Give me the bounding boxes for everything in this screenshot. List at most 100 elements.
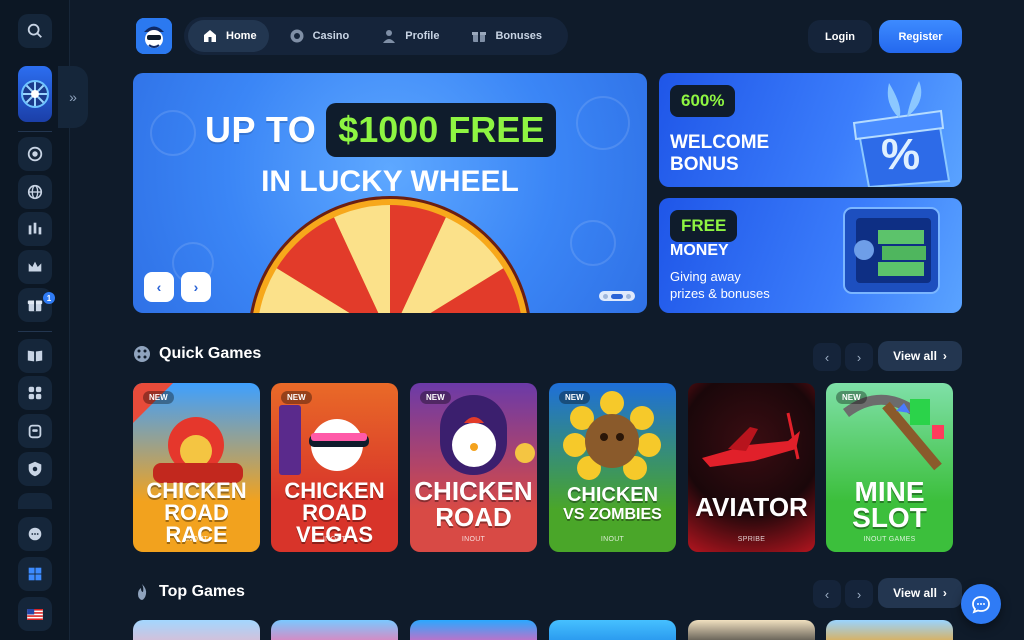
carousel-dots[interactable] xyxy=(599,291,635,301)
new-badge: NEW xyxy=(836,391,867,404)
hero-prefix: UP TO xyxy=(205,109,317,150)
top-games-next[interactable]: › xyxy=(845,580,873,608)
shield-icon xyxy=(28,461,42,477)
casino-chip-icon xyxy=(290,29,304,43)
windows-app-button[interactable] xyxy=(18,557,52,591)
promo-title: WELCOME BONUS xyxy=(670,132,770,175)
hero-prev-button[interactable]: ‹ xyxy=(144,272,174,302)
home-icon xyxy=(204,30,216,42)
sidebar-wheel-banner[interactable] xyxy=(18,66,52,122)
main-nav: Home Casino Profile Bonuses xyxy=(184,17,568,55)
sidebar-item-store[interactable] xyxy=(18,414,52,448)
svg-text:%: % xyxy=(881,130,920,179)
divider xyxy=(18,131,52,132)
game-card[interactable]: NEW CHICKEN ROAD RACE INOUT xyxy=(133,383,260,552)
sidebar-item-blog[interactable] xyxy=(18,339,52,373)
book-icon xyxy=(27,350,43,362)
quick-games-heading: Quick Games xyxy=(133,345,261,363)
login-button[interactable]: Login xyxy=(808,20,872,53)
top-games-prev[interactable]: ‹ xyxy=(813,580,841,608)
search-button[interactable] xyxy=(18,14,52,48)
divider xyxy=(18,331,52,332)
dice-icon xyxy=(134,346,150,362)
safe-money-illustration xyxy=(843,207,940,294)
wheel-icon xyxy=(21,80,49,108)
game-card[interactable]: NEW CHICKEN VS ZOMBIES INOUT xyxy=(549,383,676,552)
chevron-right-icon: › xyxy=(193,279,199,295)
game-card[interactable] xyxy=(826,620,953,640)
sidebar-expand-button[interactable]: » xyxy=(58,66,88,128)
gift-icon xyxy=(27,300,43,312)
hero-subtitle: IN LUCKY WHEEL xyxy=(261,165,519,198)
game-card[interactable] xyxy=(410,620,537,640)
sidebar-item-security[interactable] xyxy=(18,452,52,486)
top-games-heading: Top Games xyxy=(133,583,245,601)
promo-subtitle: Giving away prizes & bonuses xyxy=(670,269,770,301)
game-provider: SPRIBE xyxy=(737,536,766,543)
free-money-banner[interactable]: FREE MONEY Giving away prizes & bonuses xyxy=(659,198,962,313)
sidebar-item-sports[interactable] xyxy=(18,212,52,246)
game-card[interactable]: NEW MINE SLOT INOUT GAMES xyxy=(826,383,953,552)
game-card[interactable]: NEW CHICKEN ROAD INOUT xyxy=(410,383,537,552)
game-provider: INOUT GAMES xyxy=(863,536,916,543)
game-title: CHICKEN VS ZOMBIES xyxy=(563,484,662,523)
games-icon xyxy=(28,386,42,400)
game-card[interactable] xyxy=(133,620,260,640)
chevron-right-icon: › xyxy=(856,586,862,602)
sidebar-item-live[interactable] xyxy=(18,175,52,209)
game-card[interactable] xyxy=(549,620,676,640)
quick-games-view-all[interactable]: View all › xyxy=(878,341,962,371)
double-chevron-right-icon: » xyxy=(69,89,77,105)
chevron-right-icon: › xyxy=(942,586,947,600)
game-card[interactable] xyxy=(271,620,398,640)
mascot-logo-icon xyxy=(136,18,172,54)
sidebar-item-gifts[interactable]: 1 xyxy=(18,288,55,322)
gift-icon xyxy=(472,32,487,42)
game-card[interactable] xyxy=(688,620,815,640)
live-chat-button[interactable] xyxy=(961,584,1001,624)
game-provider: INOUT xyxy=(184,536,209,543)
site-logo[interactable] xyxy=(136,18,172,54)
chevron-left-icon: ‹ xyxy=(156,279,162,295)
nav-casino[interactable]: Casino xyxy=(275,20,362,52)
register-button[interactable]: Register xyxy=(879,20,962,53)
promo-pill: 600% xyxy=(670,85,736,117)
search-icon xyxy=(27,23,42,38)
nav-profile[interactable]: Profile xyxy=(367,20,451,52)
flame-icon xyxy=(138,584,147,600)
support-chat-button[interactable] xyxy=(18,517,52,551)
sidebar-item-games[interactable] xyxy=(18,376,52,410)
chat-support-icon xyxy=(28,527,42,541)
sidebar-item-partial[interactable] xyxy=(18,493,52,509)
nav-bonuses-label: Bonuses xyxy=(495,30,542,42)
gift-box-percent-illustration: % xyxy=(852,81,951,187)
hero-banner[interactable]: UP TO $1000 FREE IN LUCKY WHEEL ‹ › xyxy=(133,73,647,313)
notification-badge: 1 xyxy=(43,292,55,304)
chat-bubble-icon xyxy=(972,596,990,614)
sidebar-item-vip[interactable] xyxy=(18,250,52,284)
language-button[interactable] xyxy=(18,597,52,631)
nav-home[interactable]: Home xyxy=(188,20,269,52)
game-card[interactable]: AVIATOR SPRIBE xyxy=(688,383,815,552)
quick-games-next[interactable]: › xyxy=(845,343,873,371)
new-badge: NEW xyxy=(143,391,174,404)
game-provider: INOUT xyxy=(461,536,486,543)
top-games-view-all[interactable]: View all › xyxy=(878,578,962,608)
hero-next-button[interactable]: › xyxy=(181,272,211,302)
globe-icon xyxy=(27,184,43,200)
welcome-bonus-banner[interactable]: % 600% WELCOME BONUS xyxy=(659,73,962,187)
new-badge: NEW xyxy=(420,391,451,404)
crown-icon xyxy=(28,261,42,272)
windows-icon xyxy=(28,567,42,581)
flag-us-icon xyxy=(27,608,43,620)
sidebar: » 1 xyxy=(0,0,88,640)
new-badge: NEW xyxy=(281,391,312,404)
nav-bonuses[interactable]: Bonuses xyxy=(457,20,553,52)
game-title: MINE SLOT xyxy=(852,476,927,533)
game-card[interactable]: NEW CHICKEN ROAD VEGAS INOUT xyxy=(271,383,398,552)
quick-games-prev[interactable]: ‹ xyxy=(813,343,841,371)
chevron-left-icon: ‹ xyxy=(824,349,830,365)
sidebar-item-casino[interactable] xyxy=(18,137,52,171)
game-title: AVIATOR xyxy=(695,492,808,522)
chevron-left-icon: ‹ xyxy=(824,586,830,602)
